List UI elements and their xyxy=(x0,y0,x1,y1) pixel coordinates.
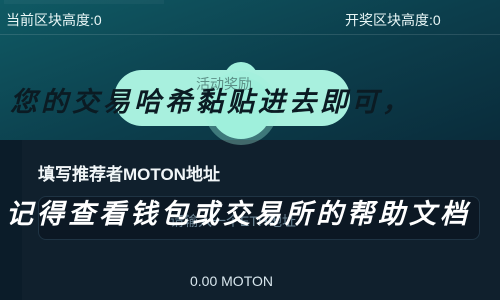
current-block-height: 当前区块高度:0 xyxy=(4,0,164,28)
award-block-height: 开奖区块高度:0 xyxy=(345,12,441,28)
moton-balance: 0.00 MOTON xyxy=(190,273,273,289)
overlay-text-line1: 您的交易哈希黏贴进去即可， xyxy=(10,87,413,118)
referrer-title: 填写推荐者MOTON地址 xyxy=(38,165,220,184)
overlay-text-line2: 记得查看钱包或交易所的帮助文档 xyxy=(6,199,471,230)
header-divider xyxy=(0,34,500,35)
